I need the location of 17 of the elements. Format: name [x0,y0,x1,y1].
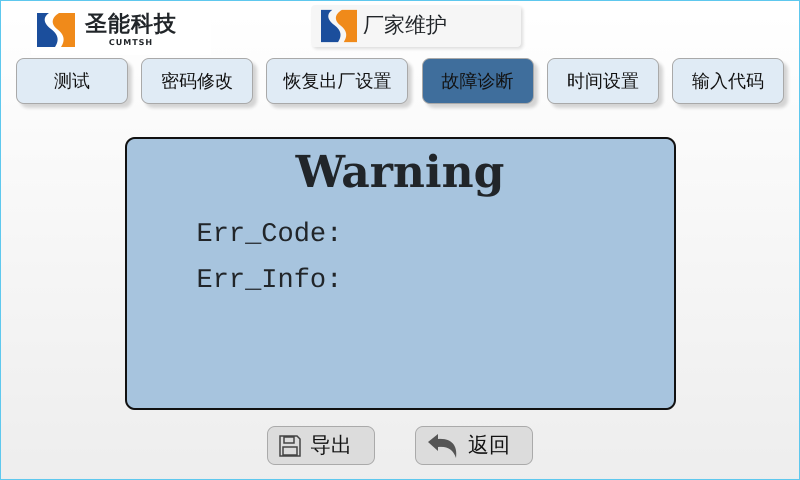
logo-icon [35,11,77,49]
warning-title: Warning [294,146,506,198]
page-title: 厂家维护 [363,12,447,40]
save-icon [278,434,302,458]
field-label: Err_Info: [196,267,344,297]
field-label: Err_Code: [196,221,344,252]
company-name: 圣能科技 [85,13,177,35]
tab[interactable]: 恢复出厂设置 [266,58,408,104]
company-subtitle: CUMTSH [108,39,154,47]
logo-icon [319,8,359,44]
export-button[interactable]: 导出 [267,426,375,465]
back-button[interactable]: 返回 [415,426,533,465]
tab[interactable]: 密码修改 [141,58,254,104]
tab[interactable]: 输入代码 [672,58,784,104]
tab[interactable]: 时间设置 [546,58,659,104]
tab[interactable]: 故障诊断 [422,58,534,104]
tab[interactable]: 测试 [16,58,128,104]
